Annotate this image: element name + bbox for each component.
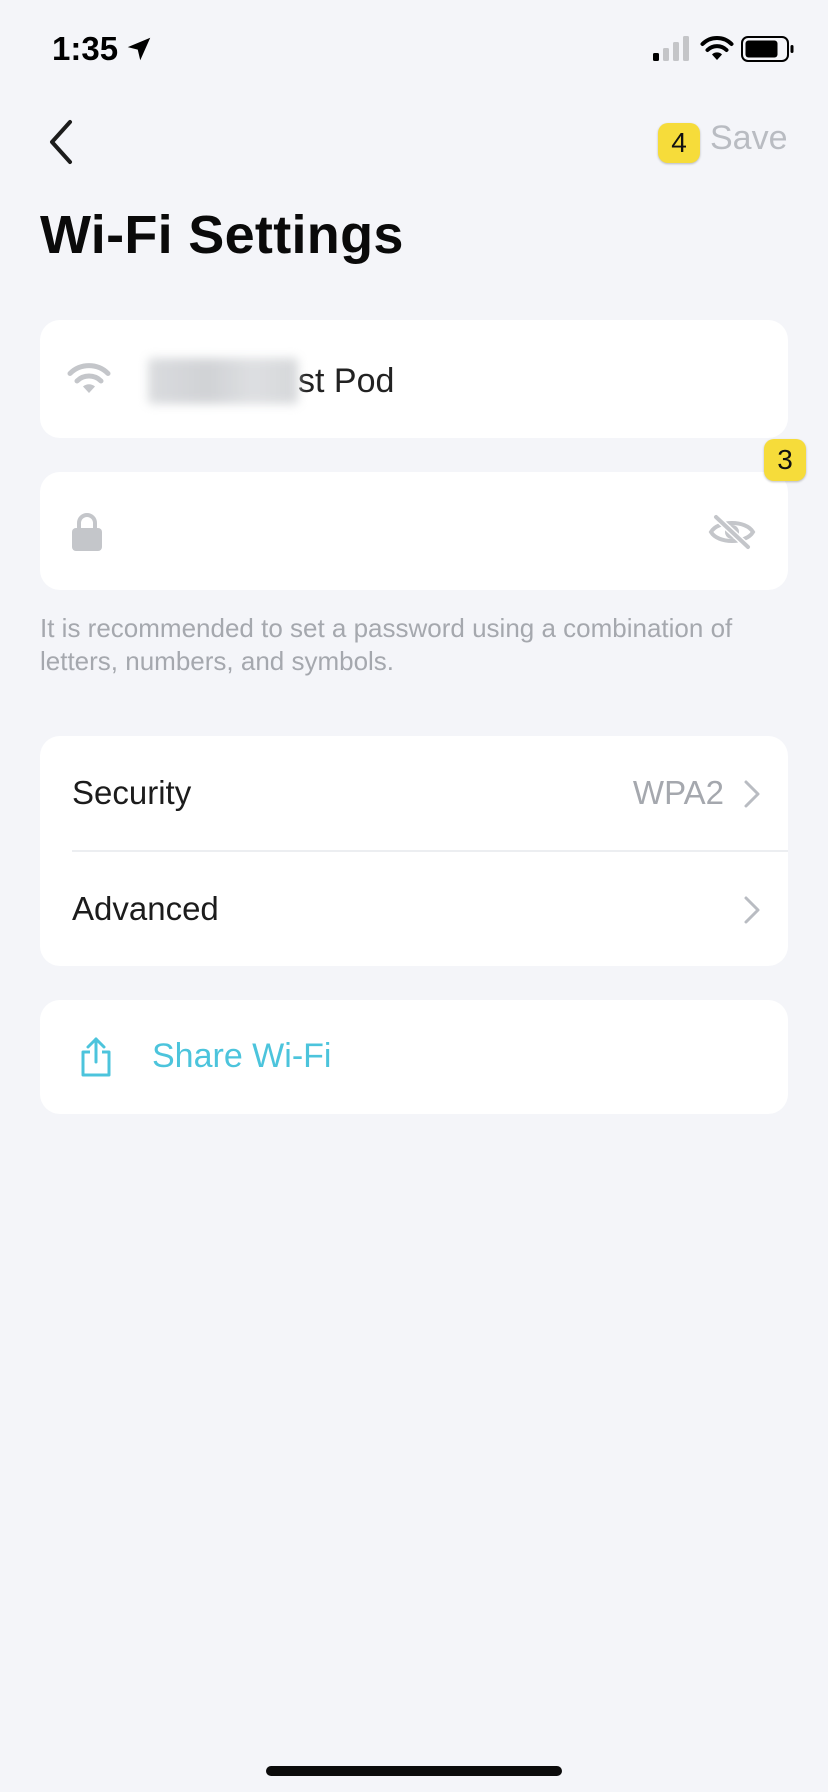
page-title: Wi-Fi Settings <box>40 205 404 265</box>
security-row[interactable]: Security WPA2 <box>40 736 788 850</box>
advanced-row[interactable]: Advanced <box>40 852 788 966</box>
share-wifi-label: Share Wi-Fi <box>152 1037 332 1075</box>
lock-icon <box>72 513 102 551</box>
security-value: WPA2 <box>632 774 724 811</box>
ssid-redacted-blur <box>148 358 298 404</box>
advanced-label: Advanced <box>72 890 219 927</box>
password-card[interactable] <box>40 472 788 590</box>
ssid-input[interactable]: st Pod <box>148 358 394 404</box>
ssid-card[interactable]: st Pod <box>40 320 788 438</box>
back-button[interactable] <box>42 114 82 170</box>
home-indicator[interactable] <box>266 1766 562 1776</box>
security-label: Security <box>72 774 192 811</box>
share-icon <box>81 1037 111 1077</box>
status-bar: 1:35 <box>0 0 828 100</box>
chevron-right-icon <box>744 896 760 924</box>
ssid-text: st Pod <box>298 361 395 400</box>
password-step-badge: 3 <box>764 439 806 481</box>
battery-icon <box>741 36 794 62</box>
location-arrow-icon <box>127 37 151 61</box>
status-time: 1:35 <box>52 30 119 67</box>
cellular-signal-icon <box>653 36 689 61</box>
chevron-right-icon <box>744 780 760 808</box>
save-button[interactable]: Save <box>710 119 788 158</box>
password-hint: It is recommended to set a password usin… <box>40 613 733 676</box>
wifi-icon <box>67 363 111 393</box>
save-step-badge: 4 <box>658 123 700 163</box>
share-wifi-button[interactable]: Share Wi-Fi <box>40 1000 788 1114</box>
settings-card: Security WPA2 Advanced <box>40 736 788 966</box>
eye-slash-icon[interactable] <box>708 512 756 552</box>
wifi-status-icon <box>700 36 734 60</box>
back-chevron-icon <box>50 120 72 164</box>
